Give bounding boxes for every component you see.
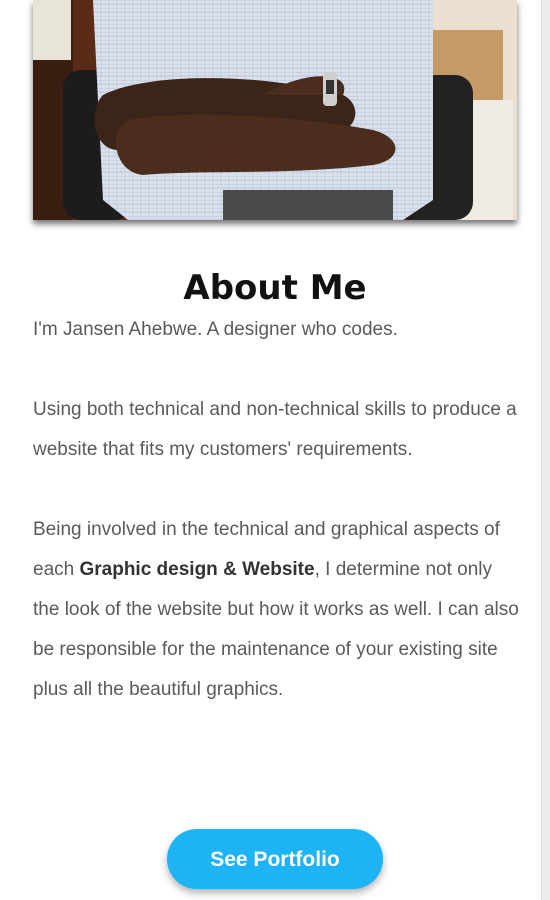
see-portfolio-button[interactable]: See Portfolio <box>167 829 383 889</box>
page-edge <box>541 0 550 900</box>
about-intro: I'm Jansen Ahebwe. A designer who codes. <box>33 319 398 340</box>
about-paragraph-highlight: Graphic design & Website <box>79 559 315 580</box>
about-paragraph-involvement: Being involved in the technical and grap… <box>33 510 523 710</box>
about-paragraph-involvement-end: , I determine not only the look of the w… <box>33 559 519 700</box>
profile-photo <box>33 0 517 220</box>
about-paragraph-skills: Using both technical and non-technical s… <box>33 399 517 460</box>
about-text: I'm Jansen Ahebwe. A designer who codes.… <box>33 310 523 710</box>
about-heading: About Me <box>183 268 367 308</box>
profile-photo-illustration <box>33 0 517 220</box>
